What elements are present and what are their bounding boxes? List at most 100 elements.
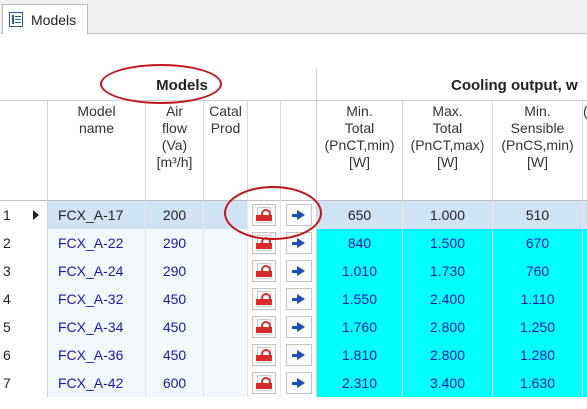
catal-prod-cell[interactable] [204,341,248,369]
model-name-cell[interactable]: FCX_A-42 [48,369,146,397]
go-to-model-button[interactable] [285,288,312,310]
min-total-cell[interactable]: 1.010 [317,257,403,285]
table-row[interactable]: 4 FCX_A-32 450 1.550 2.400 1.110 [0,285,587,313]
air-flow-cell[interactable]: 450 [146,285,204,313]
go-to-model-button[interactable] [285,344,312,366]
table-row[interactable]: 2 FCX_A-22 290 840 1.500 670 [0,229,587,257]
group-header-row: Models Cooling output, w [0,69,587,101]
truncated-cell[interactable] [583,285,587,313]
tab-bar: Models [0,0,587,34]
row-number-cell[interactable]: 6 [0,341,48,369]
table-row[interactable]: 5 FCX_A-34 450 1.760 2.800 1.250 [0,313,587,341]
open-pdf-button[interactable] [252,316,276,338]
model-name-cell[interactable]: FCX_A-36 [48,341,146,369]
group-header-models: Models [48,69,317,101]
model-name-cell[interactable]: FCX_A-22 [48,229,146,257]
truncated-cell[interactable] [583,369,587,397]
list-window-icon [9,12,23,27]
pdf-cell [248,229,281,257]
min-sensible-cell[interactable]: 1.110 [493,285,583,313]
table-row[interactable]: 3 FCX_A-24 290 1.010 1.730 760 [0,257,587,285]
go-to-model-button[interactable] [285,260,312,282]
air-flow-cell[interactable]: 200 [146,201,204,229]
model-name-cell[interactable]: FCX_A-17 [48,201,146,229]
column-header-model-name[interactable]: Model name [48,101,146,201]
max-total-cell[interactable]: 3.400 [403,369,493,397]
table-row[interactable]: 6 FCX_A-36 450 1.810 2.800 1.280 [0,341,587,369]
go-cell [281,229,317,257]
pdf-icon [256,347,272,363]
row-number-cell[interactable]: 2 [0,229,48,257]
air-flow-cell[interactable]: 450 [146,341,204,369]
open-pdf-button[interactable] [252,260,276,282]
go-to-model-button[interactable] [285,204,312,226]
row-number-cell[interactable]: 1 [0,201,48,229]
truncated-cell[interactable] [583,313,587,341]
arrow-right-icon [292,349,305,361]
model-name-cell[interactable]: FCX_A-24 [48,257,146,285]
min-sensible-cell[interactable]: 1.630 [493,369,583,397]
min-total-cell[interactable]: 1.810 [317,341,403,369]
model-name-cell[interactable]: FCX_A-32 [48,285,146,313]
min-total-cell[interactable]: 840 [317,229,403,257]
open-pdf-button[interactable] [252,288,276,310]
open-pdf-button[interactable] [252,344,276,366]
table-row[interactable]: 7 FCX_A-42 600 2.310 3.400 1.630 [0,369,587,397]
column-header-catal-prod[interactable]: Catal Prod [204,101,248,201]
catal-prod-cell[interactable] [204,229,248,257]
tab-models[interactable]: Models [2,4,88,34]
table-row[interactable]: 1 FCX_A-17 200 650 1.000 510 [0,201,587,229]
row-number-cell[interactable]: 5 [0,313,48,341]
row-number-cell[interactable]: 4 [0,285,48,313]
column-header-max-total[interactable]: Max. Total (PnCT,max) [W] [403,101,493,201]
air-flow-cell[interactable]: 290 [146,257,204,285]
row-number: 2 [3,235,11,251]
min-sensible-cell[interactable]: 1.250 [493,313,583,341]
max-total-cell[interactable]: 2.800 [403,313,493,341]
pdf-icon [256,235,272,251]
go-cell [281,257,317,285]
open-pdf-button[interactable] [252,232,276,254]
truncated-cell[interactable] [583,201,587,229]
catal-prod-cell[interactable] [204,285,248,313]
column-header-air-flow[interactable]: Air flow (Va) [m³/h] [146,101,204,201]
row-number-cell[interactable]: 3 [0,257,48,285]
max-total-cell[interactable]: 1.730 [403,257,493,285]
max-total-cell[interactable]: 2.400 [403,285,493,313]
min-sensible-cell[interactable]: 1.280 [493,341,583,369]
catal-prod-cell[interactable] [204,313,248,341]
tab-label: Models [31,11,77,28]
open-pdf-button[interactable] [252,372,276,394]
catal-prod-cell[interactable] [204,201,248,229]
open-pdf-button[interactable] [252,204,276,226]
catal-prod-cell[interactable] [204,257,248,285]
min-sensible-cell[interactable]: 510 [493,201,583,229]
truncated-cell[interactable] [583,229,587,257]
arrow-right-icon [292,293,305,305]
go-to-model-button[interactable] [285,316,312,338]
truncated-cell[interactable] [583,341,587,369]
catal-prod-cell[interactable] [204,369,248,397]
max-total-cell[interactable]: 1.000 [403,201,493,229]
air-flow-cell[interactable]: 290 [146,229,204,257]
min-sensible-cell[interactable]: 760 [493,257,583,285]
column-header-truncated[interactable]: ( [583,101,587,201]
go-to-model-button[interactable] [285,232,312,254]
column-header-min-total[interactable]: Min. Total (PnCT,min) [W] [317,101,403,201]
go-to-model-button[interactable] [285,372,312,394]
min-total-cell[interactable]: 1.550 [317,285,403,313]
air-flow-cell[interactable]: 600 [146,369,204,397]
min-sensible-cell[interactable]: 670 [493,229,583,257]
min-total-cell[interactable]: 1.760 [317,313,403,341]
min-total-cell[interactable]: 650 [317,201,403,229]
truncated-cell[interactable] [583,257,587,285]
max-total-cell[interactable]: 2.800 [403,341,493,369]
column-header-min-sensible[interactable]: Min. Sensible (PnCS,min) [W] [493,101,583,201]
model-name-cell[interactable]: FCX_A-34 [48,313,146,341]
row-number-cell[interactable]: 7 [0,369,48,397]
min-total-cell[interactable]: 2.310 [317,369,403,397]
pdf-icon [256,375,272,391]
air-flow-cell[interactable]: 450 [146,313,204,341]
go-cell [281,313,317,341]
max-total-cell[interactable]: 1.500 [403,229,493,257]
